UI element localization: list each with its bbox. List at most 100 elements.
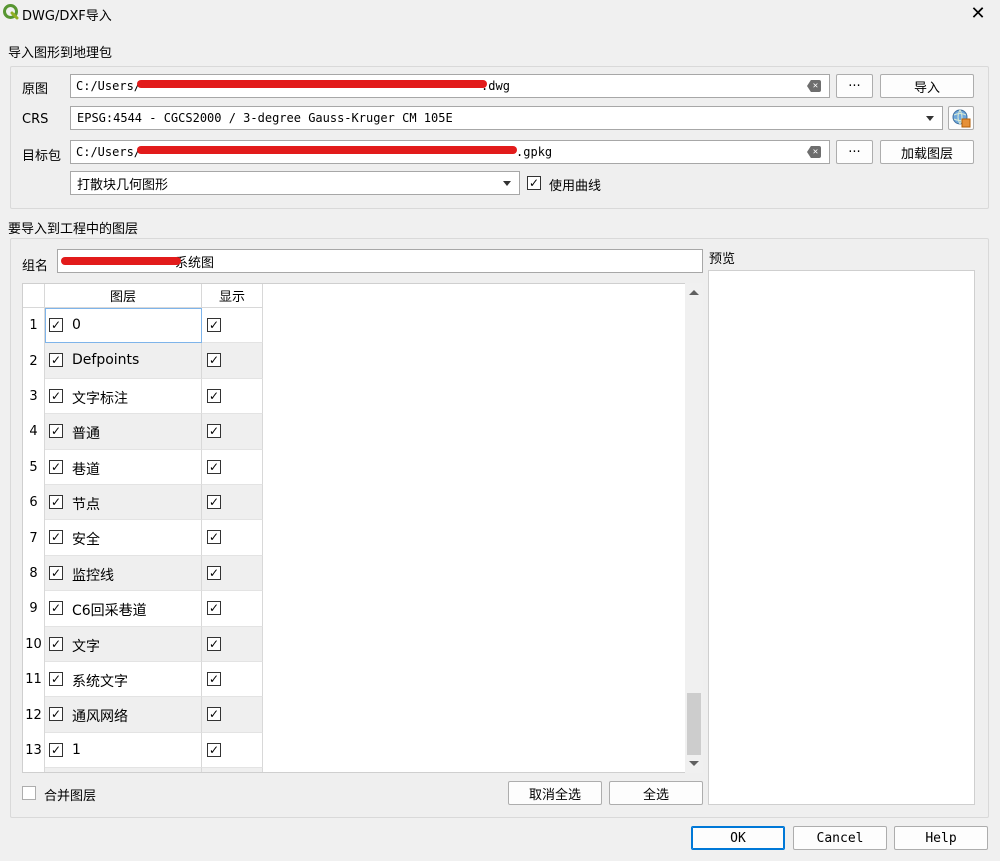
clear-source-icon[interactable]: ✕ [807,80,821,92]
table-row[interactable]: 3 ✓ 文字标注 ✓ [23,378,263,415]
merge-layers-checkbox[interactable] [22,786,36,800]
layer-cell[interactable]: ✓ Defpoints [45,343,202,379]
layer-import-checkbox[interactable]: ✓ [49,388,63,403]
show-cell[interactable]: ✓ [202,697,263,733]
layer-cell[interactable]: ✓ 系统文字 [45,662,202,698]
layer-cell[interactable]: ✓ 节点 [45,485,202,521]
ok-button[interactable]: OK [691,826,785,850]
row-number: 8 [23,555,45,592]
layer-import-checkbox[interactable]: ✓ [49,707,63,722]
use-curves-checkbox[interactable]: ✓ [527,176,541,190]
cancel-button[interactable]: Cancel [793,826,887,850]
table-row[interactable]: 2 ✓ Defpoints ✓ [23,343,263,379]
layer-visible-checkbox[interactable]: ✓ [207,565,221,580]
layer-cell[interactable]: ✓ 监控线 [45,555,202,592]
layer-visible-checkbox[interactable]: ✓ [207,742,221,757]
layer-cell[interactable]: ✓ 文字 [45,626,202,662]
show-cell[interactable]: ✓ [202,343,263,379]
redaction-mark [137,146,517,154]
group-name-input[interactable]: 系统图 [57,249,703,273]
table-row[interactable] [23,768,263,772]
layer-import-checkbox[interactable]: ✓ [49,530,63,545]
title-bar: DWG/DXF导入 ✕ [0,0,1000,28]
layers-table[interactable]: 图层 显示 1 ✓ 0 ✓ 2 ✓ Defpoints ✓ 3 ✓ 文字标注 ✓ 4 ✓ 普通 ✓ 5 ✓ 巷道 ✓ 6… [22,283,703,773]
scrollbar-thumb[interactable] [687,693,701,755]
scroll-up-icon[interactable] [689,290,699,295]
layer-visible-checkbox[interactable]: ✓ [207,672,221,686]
layer-cell[interactable]: ✓ 1 [45,732,202,769]
show-cell[interactable]: ✓ [202,308,263,344]
preview-panel [708,270,975,805]
browse-source-button[interactable]: ··· [836,74,873,98]
table-row[interactable]: 13 ✓ 1 ✓ [23,732,263,769]
qgis-logo-icon [3,4,19,20]
layer-visible-checkbox[interactable]: ✓ [207,495,221,509]
layer-visible-checkbox[interactable]: ✓ [207,424,221,439]
layer-import-checkbox[interactable]: ✓ [49,495,63,509]
show-cell[interactable]: ✓ [202,591,263,627]
table-row[interactable]: 12 ✓ 通风网络 ✓ [23,697,263,733]
layer-visible-checkbox[interactable]: ✓ [207,353,221,368]
show-cell[interactable]: ✓ [202,555,263,592]
layer-cell[interactable] [45,768,202,772]
crs-select[interactable]: EPSG:4544 - CGCS2000 / 3-degree Gauss-Kr… [70,106,943,130]
layer-cell[interactable]: ✓ 文字标注 [45,378,202,415]
table-scrollbar[interactable] [685,283,703,773]
table-row[interactable]: 6 ✓ 节点 ✓ [23,485,263,521]
table-row[interactable]: 7 ✓ 安全 ✓ [23,520,263,556]
block-mode-select[interactable]: 打散块几何图形 [70,171,520,195]
select-all-button[interactable]: 全选 [609,781,703,805]
target-label: 目标包 [22,149,62,164]
table-row[interactable]: 11 ✓ 系统文字 ✓ [23,662,263,698]
load-layers-button[interactable]: 加载图层 [880,140,974,164]
layer-import-checkbox[interactable]: ✓ [49,742,63,757]
source-path-input[interactable]: C:/Users/ .dwg ✕ [70,74,830,98]
browse-target-button[interactable]: ··· [836,140,873,164]
layer-cell[interactable]: ✓ 安全 [45,520,202,556]
show-cell[interactable]: ✓ [202,378,263,415]
table-row[interactable]: 9 ✓ C6回采巷道 ✓ [23,591,263,627]
column-header-layer[interactable]: 图层 [45,284,202,308]
import-button[interactable]: 导入 [880,74,974,98]
column-header-show[interactable]: 显示 [202,284,263,308]
scroll-down-icon[interactable] [689,761,699,766]
show-cell[interactable]: ✓ [202,626,263,662]
deselect-all-button[interactable]: 取消全选 [508,781,602,805]
show-cell[interactable]: ✓ [202,449,263,485]
table-row[interactable]: 1 ✓ 0 ✓ [23,308,263,344]
layer-cell[interactable]: ✓ 普通 [45,414,202,450]
show-cell[interactable]: ✓ [202,520,263,556]
close-button[interactable]: ✕ [960,0,996,26]
table-row[interactable]: 4 ✓ 普通 ✓ [23,414,263,450]
layer-import-checkbox[interactable]: ✓ [49,565,63,580]
layer-import-checkbox[interactable]: ✓ [49,459,63,474]
layer-import-checkbox[interactable]: ✓ [49,636,63,651]
layer-visible-checkbox[interactable]: ✓ [207,318,221,332]
layer-import-checkbox[interactable]: ✓ [49,353,63,368]
table-row[interactable]: 10 ✓ 文字 ✓ [23,626,263,662]
layer-visible-checkbox[interactable]: ✓ [207,388,221,403]
row-number: 1 [23,308,45,344]
layer-visible-checkbox[interactable]: ✓ [207,707,221,722]
show-cell[interactable]: ✓ [202,485,263,521]
layer-import-checkbox[interactable]: ✓ [49,601,63,616]
show-cell[interactable]: ✓ [202,414,263,450]
layer-cell[interactable]: ✓ 通风网络 [45,697,202,733]
layer-import-checkbox[interactable]: ✓ [49,424,63,439]
layer-visible-checkbox[interactable]: ✓ [207,636,221,651]
layer-cell[interactable]: ✓ 巷道 [45,449,202,485]
table-row[interactable]: 8 ✓ 监控线 ✓ [23,555,263,592]
table-row[interactable]: 5 ✓ 巷道 ✓ [23,449,263,485]
show-cell[interactable]: ✓ [202,662,263,698]
help-button[interactable]: Help [894,826,988,850]
layer-visible-checkbox[interactable]: ✓ [207,530,221,545]
show-cell[interactable]: ✓ [202,732,263,769]
target-path-input[interactable]: C:/Users/ .gpkg ✕ [70,140,830,164]
show-cell[interactable] [202,768,263,772]
clear-target-icon[interactable]: ✕ [807,146,821,158]
layer-cell[interactable]: ✓ C6回采巷道 [45,591,202,627]
crs-selector-button[interactable] [948,106,974,130]
layer-visible-checkbox[interactable]: ✓ [207,601,221,616]
layer-visible-checkbox[interactable]: ✓ [207,459,221,474]
layer-import-checkbox[interactable]: ✓ [49,672,63,686]
